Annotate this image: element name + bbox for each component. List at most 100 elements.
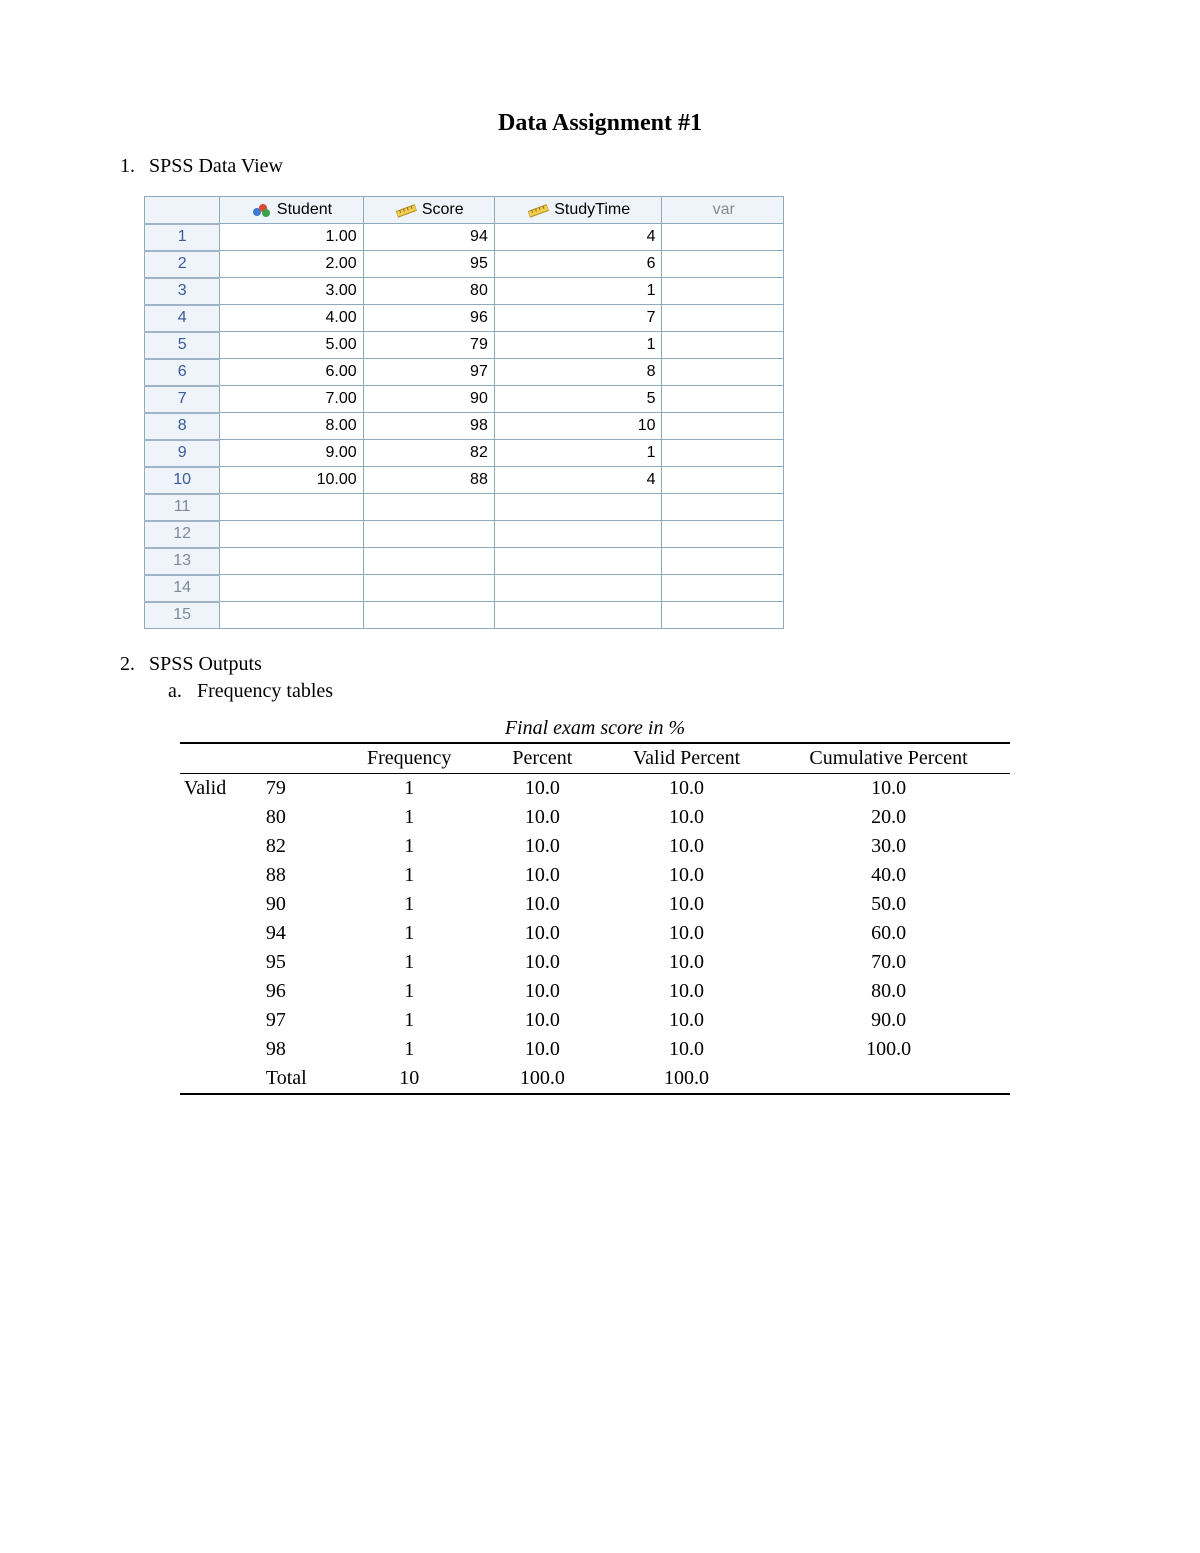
spss-cell[interactable] <box>220 602 363 629</box>
spss-cell[interactable]: 10 <box>494 413 662 440</box>
table-row: 99.00821 <box>145 440 784 467</box>
freq-percent: 100.0 <box>479 1064 606 1094</box>
spss-cell[interactable] <box>662 413 784 440</box>
spss-cell[interactable]: 8 <box>494 359 662 386</box>
spss-cell[interactable] <box>494 575 662 602</box>
spss-cell[interactable] <box>662 440 784 467</box>
freq-percent: 10.0 <box>479 890 606 919</box>
spss-cell[interactable] <box>220 521 363 548</box>
spss-cell[interactable]: 7.00 <box>220 386 363 413</box>
freq-frequency: 1 <box>340 919 479 948</box>
spss-cell[interactable]: 4.00 <box>220 305 363 332</box>
spss-cell[interactable]: 95 <box>363 251 494 278</box>
spss-cell[interactable]: 2.00 <box>220 251 363 278</box>
spss-col-score[interactable]: Score <box>363 197 494 224</box>
spss-col-var[interactable]: var <box>662 197 784 224</box>
spss-cell[interactable] <box>662 548 784 575</box>
spss-cell[interactable] <box>662 278 784 305</box>
spss-cell[interactable] <box>662 575 784 602</box>
freq-frequency: 1 <box>340 832 479 861</box>
spss-row-number[interactable]: 10 <box>145 467 220 494</box>
freq-cumulative-percent: 80.0 <box>767 977 1010 1006</box>
spss-cell[interactable]: 80 <box>363 278 494 305</box>
spss-cell[interactable]: 3.00 <box>220 278 363 305</box>
spss-cell[interactable]: 1 <box>494 332 662 359</box>
spss-row-number[interactable]: 4 <box>145 305 220 332</box>
spss-cell[interactable]: 5.00 <box>220 332 363 359</box>
spss-row-number[interactable]: 12 <box>145 521 220 548</box>
spss-cell[interactable]: 1.00 <box>220 224 363 251</box>
spss-cell[interactable]: 96 <box>363 305 494 332</box>
spss-cell[interactable] <box>363 548 494 575</box>
spss-row-number[interactable]: 6 <box>145 359 220 386</box>
spss-cell[interactable]: 8.00 <box>220 413 363 440</box>
spss-cell[interactable]: 82 <box>363 440 494 467</box>
spss-cell[interactable] <box>662 602 784 629</box>
spss-cell[interactable] <box>363 575 494 602</box>
spss-cell[interactable]: 88 <box>363 467 494 494</box>
freq-frequency: 1 <box>340 948 479 977</box>
spss-cell[interactable] <box>363 494 494 521</box>
spss-row-number[interactable]: 15 <box>145 602 220 629</box>
spss-cell[interactable] <box>494 521 662 548</box>
spss-row-number[interactable]: 14 <box>145 575 220 602</box>
spss-cell[interactable]: 4 <box>494 224 662 251</box>
spss-col-studytime[interactable]: StudyTime <box>494 197 662 224</box>
spss-row-number[interactable]: 2 <box>145 251 220 278</box>
spss-cell[interactable] <box>662 251 784 278</box>
spss-cell[interactable] <box>662 359 784 386</box>
spss-row-number[interactable]: 9 <box>145 440 220 467</box>
spss-cell[interactable]: 97 <box>363 359 494 386</box>
spss-cell[interactable]: 6 <box>494 251 662 278</box>
spss-cell[interactable]: 1 <box>494 278 662 305</box>
spss-cell[interactable]: 90 <box>363 386 494 413</box>
spss-cell[interactable] <box>494 602 662 629</box>
freq-valid-percent: 10.0 <box>606 1035 767 1064</box>
table-row: 88110.010.040.0 <box>180 861 1010 890</box>
freq-frequency: 1 <box>340 774 479 804</box>
spss-cell[interactable]: 94 <box>363 224 494 251</box>
spss-col-student[interactable]: Student <box>220 197 363 224</box>
spss-cell[interactable] <box>220 548 363 575</box>
freq-valid-percent: 10.0 <box>606 774 767 804</box>
spss-row-number[interactable]: 3 <box>145 278 220 305</box>
spss-cell[interactable] <box>662 332 784 359</box>
spss-cell[interactable]: 4 <box>494 467 662 494</box>
spss-cell[interactable] <box>662 494 784 521</box>
spss-cell[interactable]: 7 <box>494 305 662 332</box>
spss-data-view-table: Student <box>144 196 784 629</box>
spss-cell[interactable]: 79 <box>363 332 494 359</box>
spss-cell[interactable] <box>662 305 784 332</box>
freq-value: 95 <box>258 948 340 977</box>
spss-cell[interactable] <box>662 467 784 494</box>
freq-percent: 10.0 <box>479 919 606 948</box>
spss-row-number[interactable]: 7 <box>145 386 220 413</box>
spss-cell[interactable] <box>662 521 784 548</box>
spss-cell[interactable]: 10.00 <box>220 467 363 494</box>
table-row: 44.00967 <box>145 305 784 332</box>
spss-cell[interactable] <box>662 224 784 251</box>
table-row: 88.009810 <box>145 413 784 440</box>
spss-cell[interactable] <box>363 602 494 629</box>
freq-frequency: 10 <box>340 1064 479 1094</box>
table-row: 96110.010.080.0 <box>180 977 1010 1006</box>
spss-cell[interactable] <box>220 494 363 521</box>
freq-percent: 10.0 <box>479 832 606 861</box>
spss-cell[interactable]: 9.00 <box>220 440 363 467</box>
spss-cell[interactable]: 98 <box>363 413 494 440</box>
freq-valid-percent: 10.0 <box>606 948 767 977</box>
spss-row-number[interactable]: 8 <box>145 413 220 440</box>
spss-row-number[interactable]: 5 <box>145 332 220 359</box>
spss-cell[interactable] <box>662 386 784 413</box>
spss-cell[interactable]: 6.00 <box>220 359 363 386</box>
spss-cell[interactable]: 1 <box>494 440 662 467</box>
spss-row-number[interactable]: 11 <box>145 494 220 521</box>
spss-cell[interactable] <box>363 521 494 548</box>
spss-cell[interactable] <box>220 575 363 602</box>
table-row: 11 <box>145 494 784 521</box>
spss-cell[interactable] <box>494 548 662 575</box>
spss-row-number[interactable]: 1 <box>145 224 220 251</box>
spss-cell[interactable] <box>494 494 662 521</box>
spss-cell[interactable]: 5 <box>494 386 662 413</box>
spss-row-number[interactable]: 13 <box>145 548 220 575</box>
